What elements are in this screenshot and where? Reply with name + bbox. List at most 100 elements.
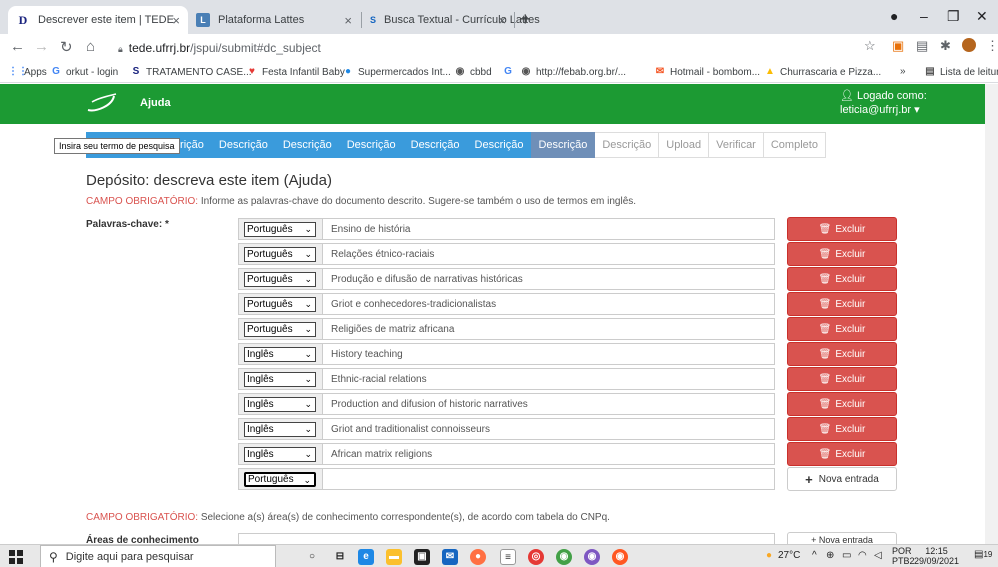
step-tab[interactable]: Descrição: [275, 132, 340, 158]
delete-keyword-button[interactable]: 🗑︎ Excluir: [787, 392, 897, 416]
new-tab-plus-icon[interactable]: +: [520, 9, 531, 30]
minimize-icon[interactable]: –: [920, 8, 928, 24]
chrome-icon[interactable]: ◉: [556, 549, 572, 565]
delete-keyword-button[interactable]: 🗑︎ Excluir: [787, 342, 897, 366]
cortana-icon[interactable]: ○: [304, 549, 320, 565]
delete-keyword-button[interactable]: 🗑︎ Excluir: [787, 417, 897, 441]
more-bookmarks-icon[interactable]: »: [900, 66, 906, 77]
add-area-button[interactable]: + Nova entrada: [787, 532, 897, 544]
close-tab-icon[interactable]: ×: [172, 13, 180, 28]
taskbar-search[interactable]: ⚲ Digite aqui para pesquisar: [40, 545, 276, 567]
profile-avatar-icon[interactable]: [962, 38, 976, 52]
battery-icon[interactable]: ▭: [842, 550, 851, 561]
delete-keyword-button[interactable]: 🗑︎ Excluir: [787, 267, 897, 291]
bookmark-orkut[interactable]: Gorkut - login: [50, 66, 118, 78]
bookmark-febab[interactable]: ◉ http://febab.org.br/...: [520, 66, 626, 78]
language-indicator[interactable]: POR PTB2: [892, 546, 915, 566]
language-select[interactable]: Português ⌄: [244, 221, 316, 237]
mail-icon[interactable]: ✉: [442, 549, 458, 565]
keyword-input[interactable]: Griot e conhecedores-tradicionalistas: [322, 293, 775, 315]
step-tab[interactable]: Descrição: [211, 132, 276, 158]
language-select[interactable]: Português ⌄: [244, 321, 316, 337]
file-explorer-icon[interactable]: ▬: [386, 549, 402, 565]
delete-keyword-button[interactable]: 🗑︎ Excluir: [787, 317, 897, 341]
delete-keyword-button[interactable]: 🗑︎ Excluir: [787, 217, 897, 241]
reload-icon[interactable]: ↻: [60, 38, 73, 56]
language-select[interactable]: Inglês ⌄: [244, 446, 316, 462]
keyword-input[interactable]: Production and difusion of historic narr…: [322, 393, 775, 415]
language-select[interactable]: Inglês ⌄: [244, 421, 316, 437]
close-window-icon[interactable]: ✕: [976, 8, 988, 25]
task-view-icon[interactable]: ⊟: [332, 549, 348, 565]
language-select[interactable]: Português ⌄: [244, 296, 316, 312]
close-tab-icon[interactable]: ×: [344, 13, 352, 28]
volume-icon[interactable]: ◁: [874, 550, 882, 561]
step-tab[interactable]: Descrição: [467, 132, 532, 158]
bookmark-hotmail[interactable]: ✉ Hotmail - bombom...: [654, 66, 760, 78]
step-tab[interactable]: Descrição: [339, 132, 404, 158]
help-link[interactable]: Ajuda: [140, 97, 171, 109]
keyword-input[interactable]: Ensino de história: [322, 218, 775, 240]
language-select[interactable]: Inglês ⌄: [244, 371, 316, 387]
step-tab-current[interactable]: Descrição: [531, 132, 596, 158]
maximize-icon[interactable]: ❐: [947, 8, 960, 25]
step-tab[interactable]: Descrição: [403, 132, 468, 158]
windows-start-icon[interactable]: [9, 550, 23, 564]
keyword-input[interactable]: Produção e difusão de narrativas históri…: [322, 268, 775, 290]
puzzle-extensions-icon[interactable]: ✱: [940, 38, 951, 54]
forward-arrow-icon[interactable]: →: [34, 38, 49, 55]
language-select[interactable]: Inglês ⌄: [244, 346, 316, 362]
keyword-input[interactable]: [322, 468, 775, 490]
delete-keyword-button[interactable]: 🗑︎ Excluir: [787, 292, 897, 316]
keyword-input[interactable]: Ethnic-racial relations: [322, 368, 775, 390]
keyword-input[interactable]: History teaching: [322, 343, 775, 365]
home-icon[interactable]: ⌂: [86, 38, 95, 55]
app-icon[interactable]: ◉: [584, 549, 600, 565]
back-arrow-icon[interactable]: ←: [10, 38, 25, 55]
keyword-input[interactable]: Religiões de matriz africana: [322, 318, 775, 340]
profile-dot-icon[interactable]: ●: [890, 8, 898, 24]
language-select[interactable]: Português ⌄: [244, 271, 316, 287]
language-select[interactable]: Português ⌄: [244, 246, 316, 262]
edge-icon[interactable]: e: [358, 549, 374, 565]
clock[interactable]: 12:15 29/09/2021: [914, 546, 959, 566]
network-icon[interactable]: ⊕: [826, 550, 834, 561]
delete-keyword-button[interactable]: 🗑︎ Excluir: [787, 442, 897, 466]
app-icon[interactable]: ◉: [612, 549, 628, 565]
reader-icon[interactable]: ▤: [916, 38, 928, 54]
browser-tab-busca[interactable]: S Busca Textual - Currículo Lattes ×: [362, 6, 540, 34]
keyword-input[interactable]: Griot and traditionalist connoisseurs: [322, 418, 775, 440]
bookmark-google[interactable]: G: [502, 66, 518, 78]
bookmark-reading-list[interactable]: ▤Lista de leitura: [924, 66, 998, 78]
delete-keyword-button[interactable]: 🗑︎ Excluir: [787, 367, 897, 391]
bookmark-star-icon[interactable]: ☆: [864, 38, 876, 54]
tray-chevron-icon[interactable]: ^: [812, 550, 817, 561]
delete-keyword-button[interactable]: 🗑︎ Excluir: [787, 242, 897, 266]
close-tab-icon[interactable]: ×: [498, 13, 506, 28]
firefox-icon[interactable]: ●: [470, 549, 486, 565]
bookmark-supermercados[interactable]: ● Supermercados Int...: [342, 66, 451, 78]
bookmark-cbbd[interactable]: ◉ cbbd: [454, 66, 492, 78]
notepad-icon[interactable]: ≡: [500, 549, 516, 565]
keyword-input[interactable]: Relações étnico-raciais: [322, 243, 775, 265]
wifi-icon[interactable]: ◠: [858, 550, 867, 561]
user-menu[interactable]: 👤︎ Logado como: leticia@ufrrj.br ▾: [840, 89, 927, 117]
bookmark-churrascaria[interactable]: ▲ Churrascaria e Pizza...: [764, 66, 881, 78]
page-scrollbar[interactable]: [985, 84, 998, 544]
app-icon[interactable]: ◎: [528, 549, 544, 565]
url-field[interactable]: 🔒︎ tede.ufrrj.br/jspui/submit#dc_subject: [118, 41, 321, 55]
keyword-input[interactable]: African matrix religions: [322, 443, 775, 465]
notification-icon[interactable]: ▤19: [974, 549, 992, 560]
areas-input[interactable]: [238, 533, 775, 544]
bookmark-apps[interactable]: ⋮⋮ Apps: [8, 66, 47, 78]
site-logo-icon[interactable]: [86, 92, 118, 114]
extension-icon[interactable]: ▣: [892, 38, 904, 54]
browser-tab-lattes[interactable]: L Plataforma Lattes ×: [188, 6, 360, 34]
bookmark-festa[interactable]: ♥ Festa Infantil Baby: [246, 66, 345, 78]
menu-dots-icon[interactable]: ⋮: [986, 38, 998, 54]
store-icon[interactable]: ▣: [414, 549, 430, 565]
add-keyword-button[interactable]: + Nova entrada: [787, 467, 897, 491]
language-select[interactable]: Português ⌄: [244, 471, 316, 487]
browser-tab-tede[interactable]: D Descrever este item | TEDE ×: [8, 6, 188, 34]
bookmark-tratamento[interactable]: S TRATAMENTO CASE...: [130, 66, 252, 78]
